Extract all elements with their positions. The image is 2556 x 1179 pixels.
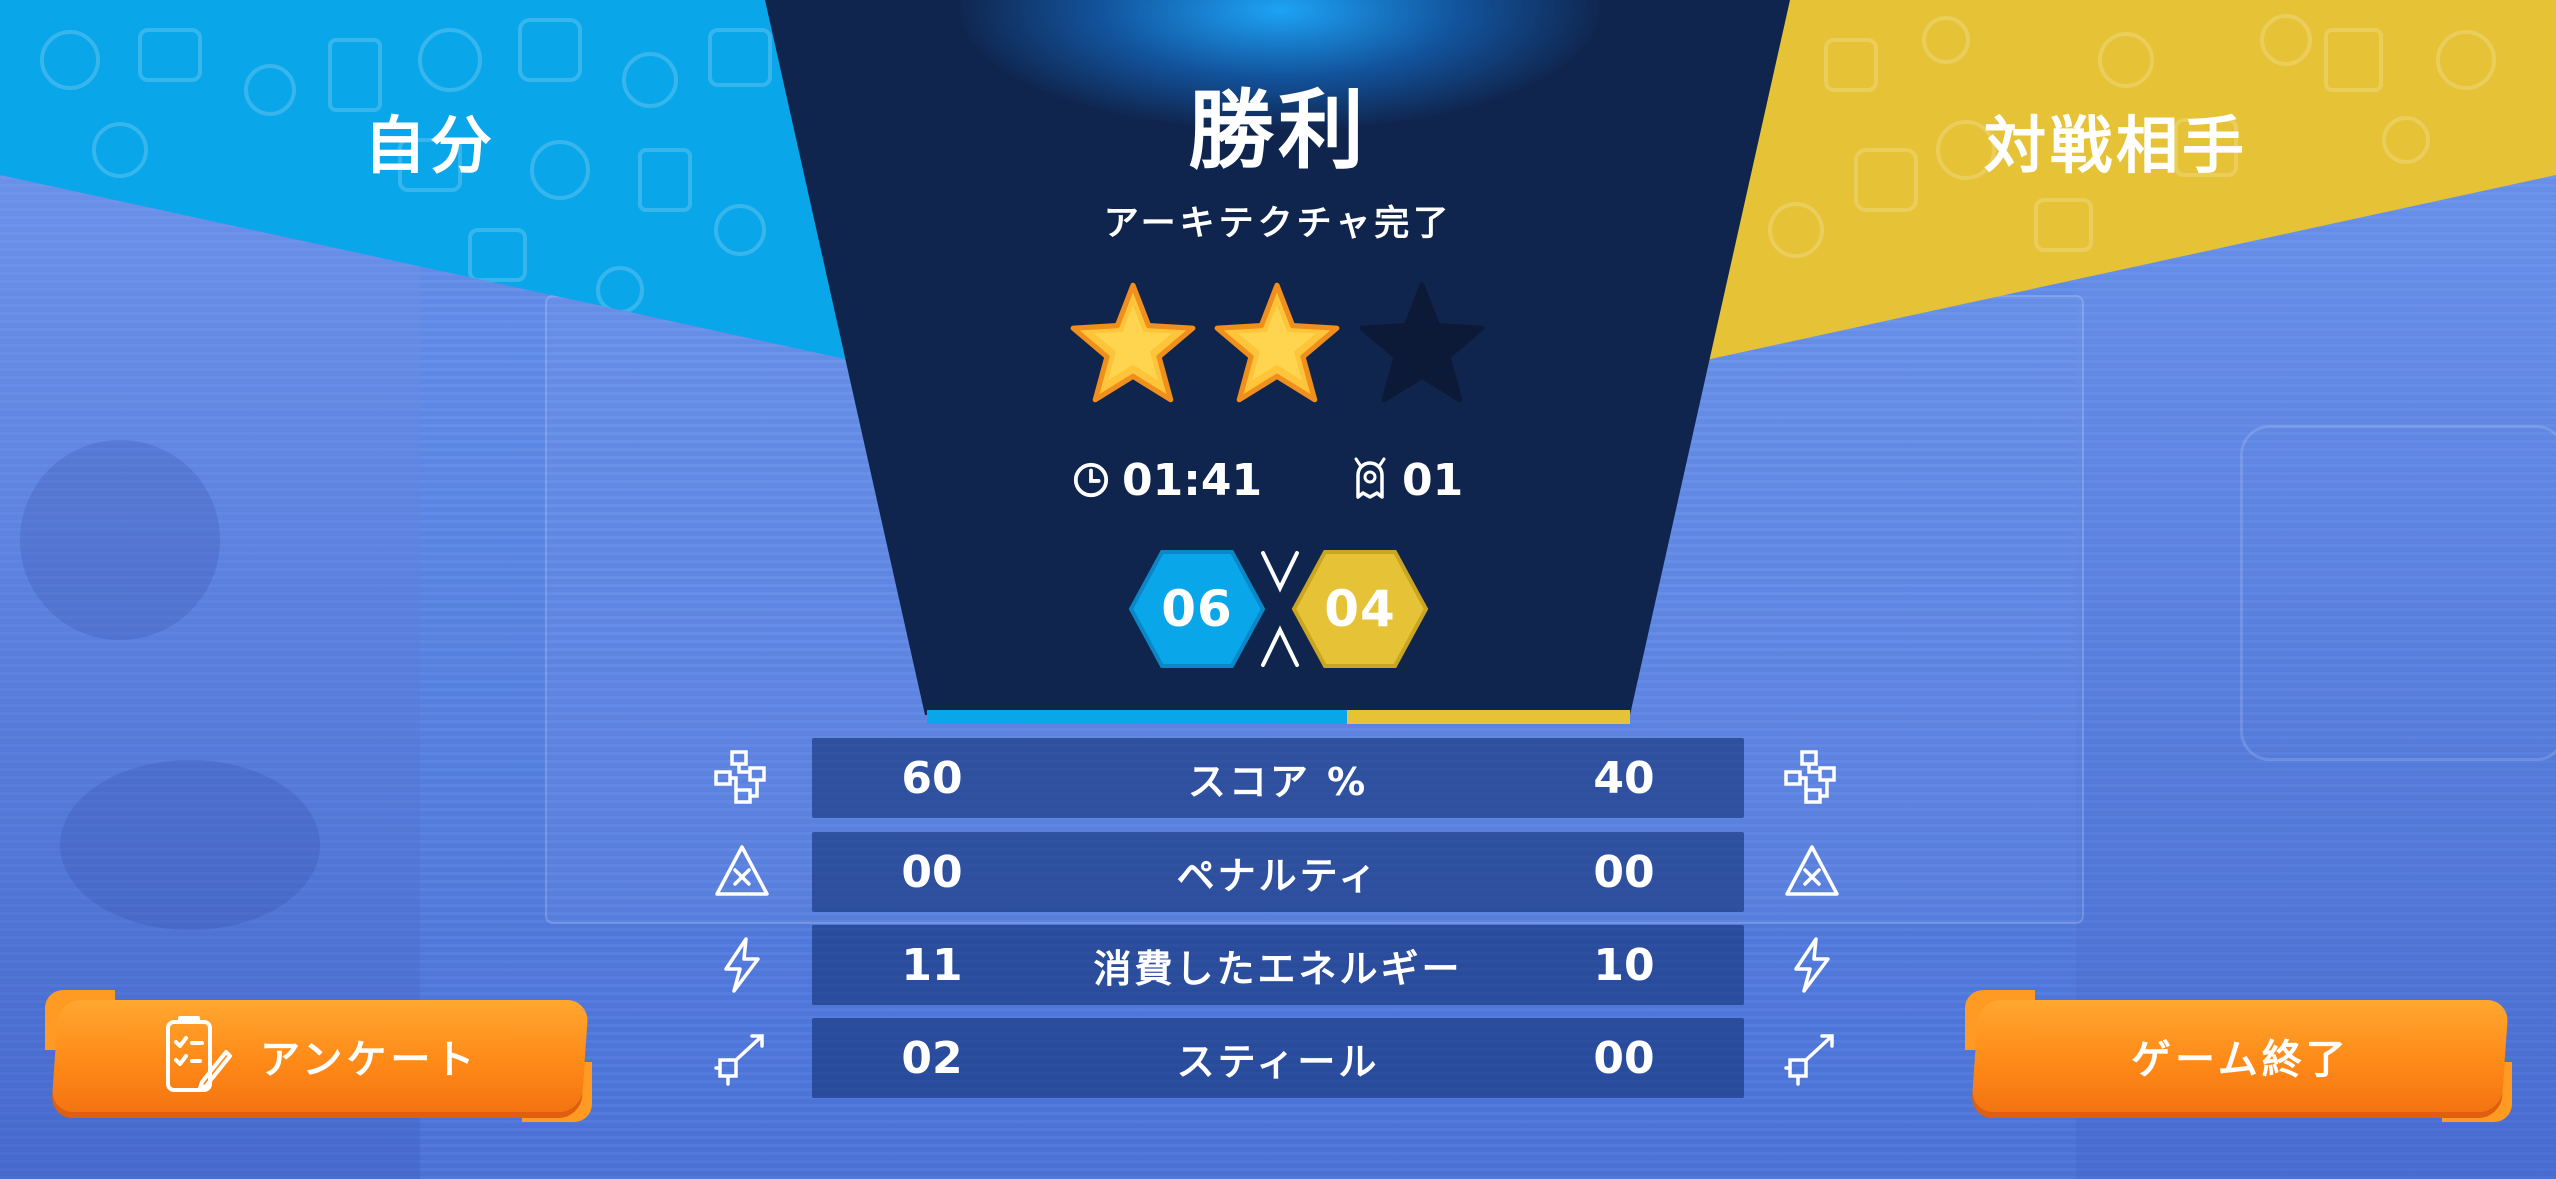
architecture-icon <box>1784 750 1836 804</box>
opponent-value: 00 <box>1593 846 1655 898</box>
self-value: 60 <box>901 752 963 804</box>
row-label: ペナルティ <box>1176 853 1380 898</box>
result-title: 勝利 <box>1188 81 1368 181</box>
score-percent-row: 60 スコア % 40 <box>812 738 1744 818</box>
energy-bolt-icon <box>724 937 760 993</box>
self-label: 自分 <box>363 109 496 182</box>
opponent-label: 対戦相手 <box>1983 109 2248 182</box>
background-blob <box>60 760 320 930</box>
opponent-share-bar <box>1347 710 1630 724</box>
background-blob <box>20 440 220 640</box>
steal-icon <box>1784 1034 1834 1086</box>
penalty-warning-icon <box>1785 845 1839 896</box>
row-label: スコア % <box>1187 759 1369 804</box>
self-value: 11 <box>901 939 963 991</box>
monster-value: 01 <box>1402 454 1464 506</box>
end-game-button-label: ゲーム終了 <box>2130 1037 2350 1083</box>
self-score: 06 <box>1161 580 1233 638</box>
row-label: スティール <box>1176 1039 1380 1084</box>
star-icon-empty <box>1359 282 1485 403</box>
result-subtitle: アーキテクチャ完了 <box>1103 204 1453 244</box>
steal-icon <box>714 1034 764 1086</box>
time-value: 01:41 <box>1122 454 1263 506</box>
time-stat: 01:41 <box>1072 450 1262 510</box>
opponent-value: 00 <box>1593 1032 1655 1084</box>
end-game-button[interactable]: ゲーム終了 <box>1971 1000 2509 1112</box>
self-value: 02 <box>901 1032 963 1084</box>
survey-button-label: アンケート <box>259 1037 479 1083</box>
background-frame <box>2240 425 2556 761</box>
clock-icon <box>1073 462 1109 498</box>
opponent-score: 04 <box>1324 580 1396 638</box>
penalty-warning-icon <box>715 845 769 896</box>
penalty-row: 00 ペナルティ 00 <box>812 832 1744 912</box>
opponent-value: 40 <box>1593 752 1655 804</box>
star-icon-1 <box>1070 282 1196 403</box>
monster-stat: 01 <box>1350 450 1463 510</box>
opponent-value: 10 <box>1593 939 1655 991</box>
steal-row: 02 スティール 00 <box>812 1018 1744 1098</box>
survey-button[interactable]: アンケート <box>51 1000 589 1112</box>
architecture-icon <box>714 750 766 804</box>
self-share-bar <box>927 710 1347 724</box>
star-icon-2 <box>1214 282 1340 403</box>
monster-icon <box>1354 457 1386 499</box>
self-value: 00 <box>901 846 963 898</box>
survey-clipboard-icon <box>165 1016 232 1092</box>
energy-row: 11 消費したエネルギー 10 <box>812 925 1744 1005</box>
row-label: 消費したエネルギー <box>1093 946 1463 991</box>
energy-bolt-icon <box>1794 937 1830 993</box>
